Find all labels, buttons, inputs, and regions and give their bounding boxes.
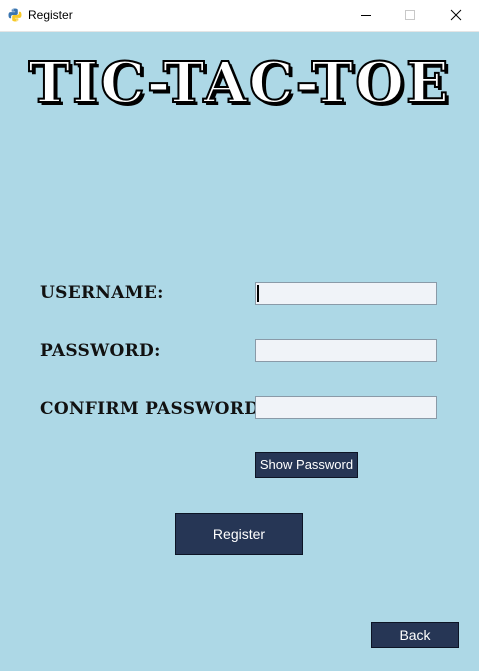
minimize-icon bbox=[361, 15, 371, 16]
close-button[interactable] bbox=[433, 0, 479, 31]
confirm-password-label: CONFIRM PASSWORD: bbox=[40, 399, 266, 419]
maximize-button[interactable] bbox=[387, 0, 433, 31]
python-icon bbox=[8, 8, 22, 22]
maximize-icon bbox=[405, 10, 415, 20]
back-button[interactable]: Back bbox=[371, 622, 459, 648]
close-icon bbox=[450, 9, 462, 21]
username-field[interactable] bbox=[255, 282, 437, 305]
title-bar: Register bbox=[0, 0, 479, 32]
password-field[interactable] bbox=[255, 339, 437, 362]
text-caret bbox=[257, 285, 259, 302]
game-title: TIC-TAC-TOE bbox=[27, 49, 451, 117]
minimize-button[interactable] bbox=[343, 0, 389, 31]
password-label: PASSWORD: bbox=[40, 341, 161, 361]
register-button[interactable]: Register bbox=[175, 513, 303, 555]
window-title: Register bbox=[28, 8, 73, 22]
confirm-password-field[interactable] bbox=[255, 396, 437, 419]
show-password-button[interactable]: Show Password bbox=[255, 452, 358, 478]
username-label: USERNAME: bbox=[40, 283, 164, 303]
